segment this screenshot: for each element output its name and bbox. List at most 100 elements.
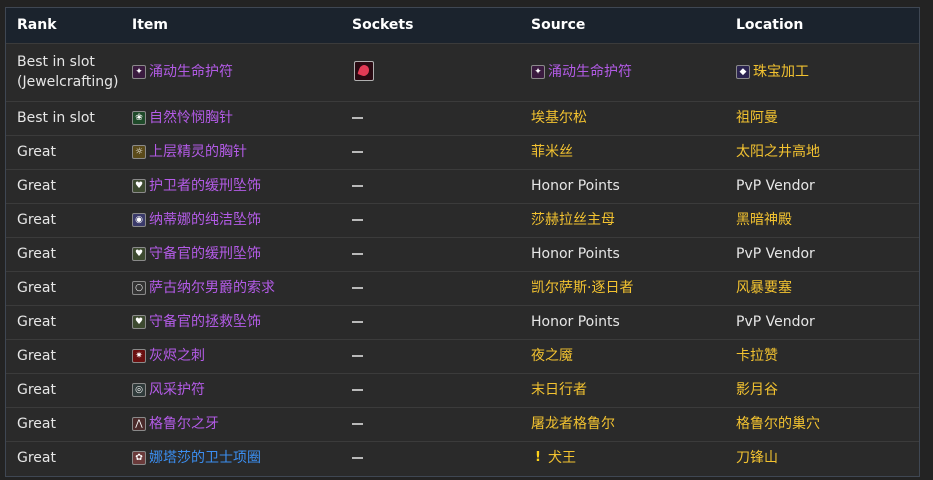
brooch-icon: ☼ [132,145,146,159]
table-row: Great ◎ 风采护符 末日行者 影月谷 [6,373,919,407]
rank-cell: Great [17,416,56,432]
no-socket-dash [352,151,363,153]
item-cell[interactable]: ✿ 娜塔莎的卫士项圈 [132,448,261,468]
rank-cell: Great [17,212,56,228]
table-row: Great ⋀ 格鲁尔之牙 屠龙者格鲁尔 格鲁尔的巢穴 [6,407,919,441]
location-link[interactable]: 卡拉赞 [736,346,778,366]
table-row: Great ○ 萨古纳尔男爵的索求 凯尔萨斯·逐日者 风暴要塞 [6,271,919,305]
rank-cell: Great [17,314,56,330]
red-socket-icon [354,61,374,81]
socket-cell [352,380,363,400]
source-link[interactable]: 埃基尔松 [531,108,587,128]
source-cell[interactable]: ! 犬王 [531,448,576,468]
source-link[interactable]: 凯尔萨斯·逐日者 [531,278,633,298]
loot-table: Rank Item Sockets Source Location Best i… [5,7,920,477]
item-cell[interactable]: ✦ 涌动生命护符 [132,62,233,82]
header-sockets: Sockets [352,17,414,33]
item-link[interactable]: 自然怜悯胸针 [149,108,233,128]
source-text: Honor Points [531,246,620,262]
item-link[interactable]: 守备官的拯救坠饰 [149,312,261,332]
rank-cell: Great [17,348,56,364]
location-link[interactable]: 珠宝加工 [753,62,809,82]
rank-cell: Great [17,246,56,262]
location-link[interactable]: 影月谷 [736,380,778,400]
location-link[interactable]: 祖阿曼 [736,108,778,128]
item-link[interactable]: 护卫者的缓刑坠饰 [149,176,261,196]
location-text: PvP Vendor [736,178,815,194]
item-link[interactable]: 萨古纳尔男爵的索求 [149,278,275,298]
item-cell[interactable]: ⋀ 格鲁尔之牙 [132,414,219,434]
socket-cell [352,414,363,434]
source-link[interactable]: 夜之魇 [531,346,573,366]
item-cell[interactable]: ☼ 上层精灵的胸针 [132,142,247,162]
pendant-icon: ◉ [132,213,146,227]
amulet-icon: ◎ [132,383,146,397]
item-cell[interactable]: ○ 萨古纳尔男爵的索求 [132,278,275,298]
location-link[interactable]: 风暴要塞 [736,278,792,298]
brooch-icon: ❀ [132,111,146,125]
item-link[interactable]: 风采护符 [149,380,205,400]
table-header: Rank Item Sockets Source Location [6,8,919,43]
table-row: Great ✷ 灰烬之刺 夜之魇 卡拉赞 [6,339,919,373]
item-link[interactable]: 守备官的缓刑坠饰 [149,244,261,264]
no-socket-dash [352,287,363,289]
fang-icon: ⋀ [132,417,146,431]
table-row: Great ◉ 纳蒂娜的纯洁坠饰 莎赫拉丝主母 黑暗神殿 [6,203,919,237]
header-source: Source [531,17,586,33]
item-cell[interactable]: ◎ 风采护符 [132,380,205,400]
header-location: Location [736,17,804,33]
item-cell[interactable]: ♥ 守备官的拯救坠饰 [132,312,261,332]
rank-cell: Great [17,450,56,466]
source-link[interactable]: 涌动生命护符 [548,62,632,82]
source-link[interactable]: 屠龙者格鲁尔 [531,414,615,434]
item-cell[interactable]: ♥ 守备官的缓刑坠饰 [132,244,261,264]
source-link[interactable]: 莎赫拉丝主母 [531,210,615,230]
source-link[interactable]: 菲米丝 [531,142,573,162]
item-cell[interactable]: ♥ 护卫者的缓刑坠饰 [132,176,261,196]
amulet-icon: ✦ [531,65,545,79]
source-link[interactable]: 末日行者 [531,380,587,400]
socket-cell [352,176,363,196]
location-text: PvP Vendor [736,246,815,262]
location-link[interactable]: 太阳之井高地 [736,142,820,162]
location-link[interactable]: 黑暗神殿 [736,210,792,230]
rank-cell: Great [17,178,56,194]
item-cell[interactable]: ❀ 自然怜悯胸针 [132,108,233,128]
table-row: Great ♥ 守备官的缓刑坠饰 Honor Points PvP Vendor [6,237,919,271]
location-link[interactable]: 刀锋山 [736,448,778,468]
socket-cell [352,108,363,128]
source-cell[interactable]: ✦ 涌动生命护符 [531,62,632,82]
item-link[interactable]: 娜塔莎的卫士项圈 [149,448,261,468]
rank-cell: Great [17,280,56,296]
item-cell[interactable]: ✷ 灰烬之刺 [132,346,205,366]
item-link[interactable]: 涌动生命护符 [149,62,233,82]
socket-cell [352,210,363,230]
location-link[interactable]: 格鲁尔的巢穴 [736,414,820,434]
source-link[interactable]: 犬王 [548,448,576,468]
no-socket-dash [352,355,363,357]
header-item: Item [132,17,168,33]
item-link[interactable]: 上层精灵的胸针 [149,142,247,162]
table-row: Great ♥ 护卫者的缓刑坠饰 Honor Points PvP Vendor [6,169,919,203]
socket-cell [352,142,363,162]
item-link[interactable]: 灰烬之刺 [149,346,205,366]
rank-cell: Best in slot [17,110,95,126]
collar-icon: ✿ [132,451,146,465]
source-text: Honor Points [531,314,620,330]
location-cell[interactable]: ◆ 珠宝加工 [736,62,809,82]
necklace-icon: ○ [132,281,146,295]
socket-cell [352,278,363,298]
item-link[interactable]: 纳蒂娜的纯洁坠饰 [149,210,261,230]
item-cell[interactable]: ◉ 纳蒂娜的纯洁坠饰 [132,210,261,230]
table-row: Great ☼ 上层精灵的胸针 菲米丝 太阳之井高地 [6,135,919,169]
no-socket-dash [352,457,363,459]
quest-icon: ! [535,450,541,465]
no-socket-dash [352,219,363,221]
item-link[interactable]: 格鲁尔之牙 [149,414,219,434]
no-socket-dash [352,185,363,187]
no-socket-dash [352,321,363,323]
table-row: Best in slot ❀ 自然怜悯胸针 埃基尔松 祖阿曼 [6,101,919,135]
no-socket-dash [352,423,363,425]
rank-cell: Best in slot (Jewelcrafting) [17,54,119,90]
rank-cell: Great [17,144,56,160]
